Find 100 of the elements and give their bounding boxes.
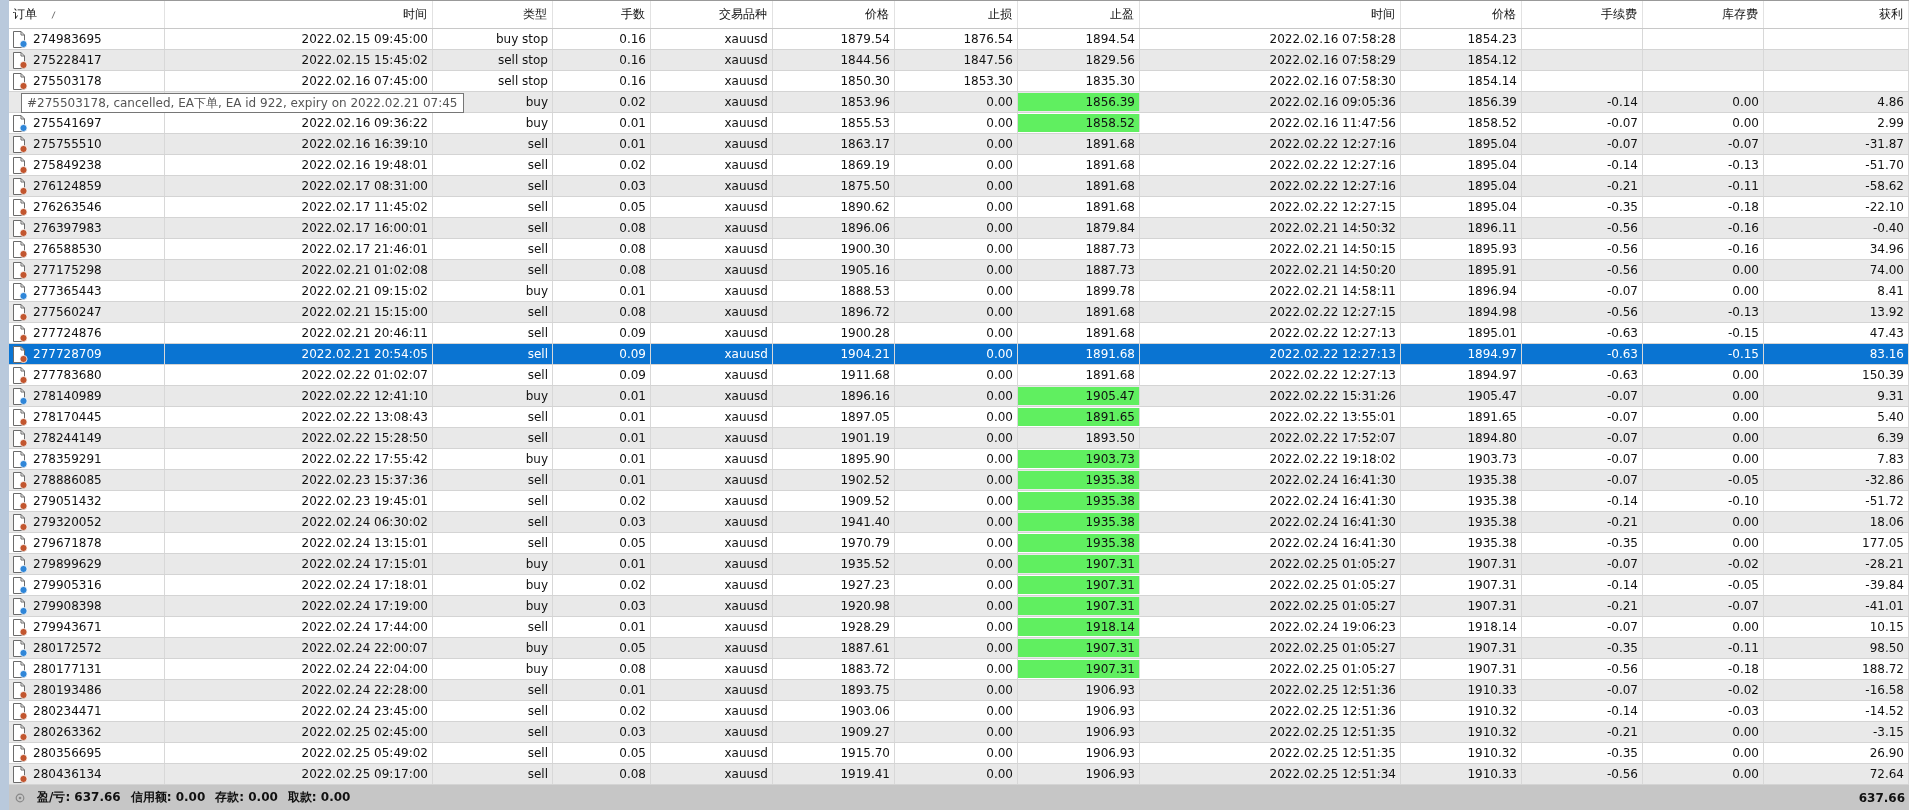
table-cell: 0.00: [1643, 281, 1764, 301]
table-row[interactable]: 279320052 2022.02.24 06:30:02 sell 0.03 xauusd 1941.40 0.00 1935.38 2022.02.24 16:41:30 1935.38 -0.21 0.00 18.06: [9, 512, 1909, 533]
table-cell: xauusd: [651, 281, 773, 301]
table-cell: -0.05: [1643, 470, 1764, 490]
table-cell: xauusd: [651, 617, 773, 637]
table-cell: 2022.02.23 19:45:01: [165, 491, 433, 511]
table-cell: 1903.73: [1401, 449, 1522, 469]
table-cell: -0.02: [1643, 680, 1764, 700]
table-cell: 1858.52: [1401, 113, 1522, 133]
order-number: 279899629: [33, 557, 102, 571]
table-cell: 1935.38: [1401, 491, 1522, 511]
table-cell: -14.52: [1764, 701, 1909, 721]
table-cell: sell: [433, 701, 553, 721]
table-cell: xauusd: [651, 239, 773, 259]
table-cell: -0.40: [1764, 218, 1909, 238]
order-number: 278359291: [33, 452, 102, 466]
table-cell: buy: [433, 575, 553, 595]
table-cell: 0.00: [1643, 512, 1764, 532]
table-cell: 2022.02.25 01:05:27: [1140, 638, 1401, 658]
table-row[interactable]: 278886085 2022.02.23 15:37:36 sell 0.01 xauusd 1902.52 0.00 1935.38 2022.02.24 16:41:30 1935.38 -0.07 -0.05 -32.86: [9, 470, 1909, 491]
table-cell: xauusd: [651, 596, 773, 616]
table-row[interactable]: 277560247 2022.02.21 15:15:00 sell 0.08 xauusd 1896.72 0.00 1891.68 2022.02.22 12:27:15 1894.98 -0.56 -0.13 13.92: [9, 302, 1909, 323]
table-row[interactable]: 280263362 2022.02.25 02:45:00 sell 0.03 xauusd 1909.27 0.00 1906.93 2022.02.25 12:51:35 1910.32 -0.21 0.00 -3.15: [9, 722, 1909, 743]
table-row[interactable]: 275228417 2022.02.15 15:45:02 sell stop 0.16 xauusd 1844.56 1847.56 1829.56 2022.02.16 07:58:29 1854.12: [9, 50, 1909, 71]
table-cell: 2022.02.22 15:28:50: [165, 428, 433, 448]
table-cell: xauusd: [651, 92, 773, 112]
table-cell: -0.07: [1522, 113, 1643, 133]
table-cell: 2022.02.25 12:51:35: [1140, 743, 1401, 763]
table-cell: 0.00: [1643, 722, 1764, 742]
table-cell: -0.35: [1522, 197, 1643, 217]
table-cell: 2022.02.22 12:27:13: [1140, 344, 1401, 364]
table-cell: -0.14: [1522, 575, 1643, 595]
table-cell: 2022.02.16 07:58:30: [1140, 71, 1401, 91]
table-cell: 2022.02.16 11:47:56: [1140, 113, 1401, 133]
order-number: 278886085: [33, 473, 102, 487]
table-cell: 1905.47: [1401, 386, 1522, 406]
table-cell: 1844.56: [773, 50, 895, 70]
table-cell: -0.03: [1643, 701, 1764, 721]
table-cell: -0.21: [1522, 596, 1643, 616]
table-row[interactable]: 279899629 2022.02.24 17:15:01 buy 0.01 xauusd 1935.52 0.00 1907.31 2022.02.25 01:05:27 1907.31 -0.07 -0.02 -28.21: [9, 554, 1909, 575]
table-cell: 1855.53: [773, 113, 895, 133]
table-cell: xauusd: [651, 512, 773, 532]
table-row[interactable]: 278244149 2022.02.22 15:28:50 sell 0.01 xauusd 1901.19 0.00 1893.50 2022.02.22 17:52:07 1894.80 -0.07 0.00 6.39: [9, 428, 1909, 449]
table-row[interactable]: 276397983 2022.02.17 16:00:01 sell 0.08 xauusd 1896.06 0.00 1879.84 2022.02.21 14:50:32 1896.11 -0.56 -0.16 -0.40: [9, 218, 1909, 239]
table-cell: xauusd: [651, 449, 773, 469]
table-cell: 0.09: [553, 344, 651, 364]
table-cell: 1935.38: [1401, 533, 1522, 553]
table-row[interactable]: 278140989 2022.02.22 12:41:10 buy 0.01 xauusd 1896.16 0.00 1905.47 2022.02.22 15:31:26 1905.47 -0.07 0.00 9.31: [9, 386, 1909, 407]
table-cell: buy: [433, 386, 553, 406]
order-number: 276124859: [33, 179, 102, 193]
table-row[interactable]: 279908398 2022.02.24 17:19:00 buy 0.03 xauusd 1920.98 0.00 1907.31 2022.02.25 01:05:27 1907.31 -0.21 -0.07 -41.01: [9, 596, 1909, 617]
order-number: 280263362: [33, 725, 102, 739]
table-cell: 1935.38: [1401, 470, 1522, 490]
table-cell: 0.00: [895, 260, 1018, 280]
table-cell: sell: [433, 155, 553, 175]
table-cell: -32.86: [1764, 470, 1909, 490]
table-cell: 1895.04: [1401, 155, 1522, 175]
table-cell: xauusd: [651, 218, 773, 238]
table-cell: 0.00: [1643, 428, 1764, 448]
table-row[interactable]: 276124859 2022.02.17 08:31:00 sell 0.03 xauusd 1875.50 0.00 1891.68 2022.02.22 12:27:16 1895.04 -0.21 -0.11 -58.62: [9, 176, 1909, 197]
table-cell: -0.15: [1643, 344, 1764, 364]
table-cell: 1906.93: [1018, 680, 1140, 700]
table-cell: 1891.68: [1018, 134, 1140, 154]
table-row[interactable]: 280193486 2022.02.24 22:28:00 sell 0.01 xauusd 1893.75 0.00 1906.93 2022.02.25 12:51:36 1910.33 -0.07 -0.02 -16.58: [9, 680, 1909, 701]
table-cell: buy: [433, 659, 553, 679]
table-cell: 1896.94: [1401, 281, 1522, 301]
table-cell: 1876.54: [895, 29, 1018, 49]
table-cell: xauusd: [651, 386, 773, 406]
table-row[interactable]: 275755510 2022.02.16 16:39:10 sell 0.01 xauusd 1863.17 0.00 1891.68 2022.02.22 12:27:16 1895.04 -0.07 -0.07 -31.87: [9, 134, 1909, 155]
table-cell: -0.21: [1522, 176, 1643, 196]
summary-text: 取款: 0.00: [287, 789, 351, 806]
table-cell: 1891.65: [1401, 407, 1522, 427]
table-row[interactable]: 280172572 2022.02.24 22:00:07 buy 0.05 xauusd 1887.61 0.00 1907.31 2022.02.25 01:05:27 1907.31 -0.35 -0.11 98.50: [9, 638, 1909, 659]
table-cell: -0.11: [1643, 176, 1764, 196]
table-cell: 1941.40: [773, 512, 895, 532]
table-cell: 0.16: [553, 71, 651, 91]
table-row[interactable]: 277175298 2022.02.21 01:02:08 sell 0.08 xauusd 1905.16 0.00 1887.73 2022.02.21 14:50:20 1895.91 -0.56 0.00 74.00: [9, 260, 1909, 281]
table-cell: 1896.16: [773, 386, 895, 406]
table-cell: sell: [433, 365, 553, 385]
table-row[interactable]: 277728709 2022.02.21 20:54:05 sell 0.09 xauusd 1904.21 0.00 1891.68 2022.02.22 12:27:13 1894.97 -0.63 -0.15 83.16: [9, 344, 1909, 365]
table-cell: 1915.70: [773, 743, 895, 763]
order-number: 278244149: [33, 431, 102, 445]
table-cell: 2022.02.21 01:02:08: [165, 260, 433, 280]
table-cell: 2022.02.24 16:41:30: [1140, 491, 1401, 511]
table-cell: 0.01: [553, 617, 651, 637]
table-cell: 1910.32: [1401, 743, 1522, 763]
table-cell: 72.64: [1764, 764, 1909, 784]
table-cell: 1891.68: [1018, 323, 1140, 343]
table-cell: 5.40: [1764, 407, 1909, 427]
table-cell: 0.00: [1643, 617, 1764, 637]
table-cell: xauusd: [651, 491, 773, 511]
table-cell: 0.01: [553, 554, 651, 574]
table-cell: 2022.02.24 22:28:00: [165, 680, 433, 700]
order-number: 274983695: [33, 32, 102, 46]
table-cell: 2022.02.21 14:50:15: [1140, 239, 1401, 259]
order-number: 277365443: [33, 284, 102, 298]
table-row[interactable]: 280436134 2022.02.25 09:17:00 sell 0.08 xauusd 1919.41 0.00 1906.93 2022.02.25 12:51:34 1910.33 -0.56 0.00 72.64: [9, 764, 1909, 785]
table-cell: 0.00: [1643, 386, 1764, 406]
table-row[interactable]: 275503178 2022.02.16 07:45:00 sell stop 0.16 xauusd 1850.30 1853.30 1835.30 2022.02.16 07:58:30 1854.14: [9, 71, 1909, 92]
table-cell: 2022.02.25 01:05:27: [1140, 596, 1401, 616]
